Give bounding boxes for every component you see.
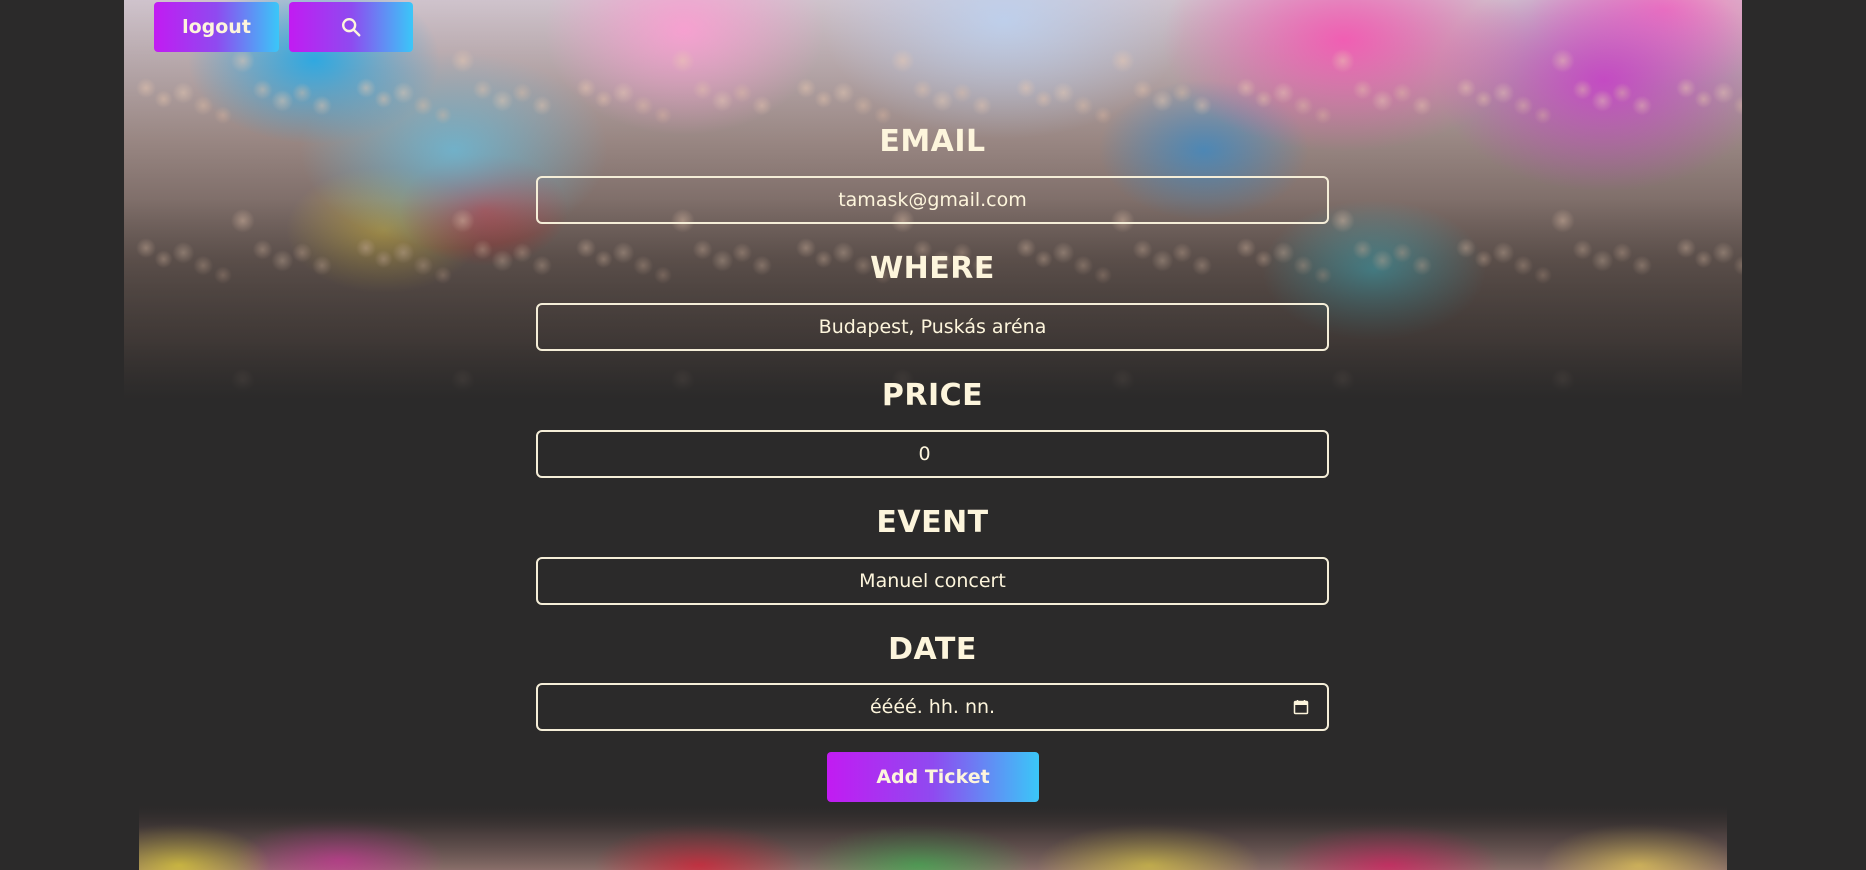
add-ticket-button[interactable]: Add Ticket — [827, 752, 1039, 802]
date-label: DATE — [888, 632, 977, 667]
search-button[interactable] — [289, 2, 413, 52]
where-label: WHERE — [870, 251, 995, 286]
search-icon — [342, 18, 361, 37]
footer-background-image — [139, 805, 1727, 870]
email-label: EMAIL — [879, 124, 986, 159]
price-label: PRICE — [881, 378, 984, 413]
event-label: EVENT — [876, 505, 989, 540]
date-field[interactable]: éééé. hh. nn. — [536, 683, 1329, 731]
where-field[interactable]: Budapest, Puskás aréna — [536, 303, 1329, 351]
email-field[interactable]: tamask@gmail.com — [536, 176, 1329, 224]
date-field-value: éééé. hh. nn. — [869, 696, 996, 718]
event-field[interactable]: Manuel concert — [536, 557, 1329, 605]
logout-button[interactable]: logout — [154, 2, 279, 52]
price-field[interactable]: 0 — [536, 430, 1329, 478]
calendar-icon[interactable] — [1293, 699, 1309, 715]
